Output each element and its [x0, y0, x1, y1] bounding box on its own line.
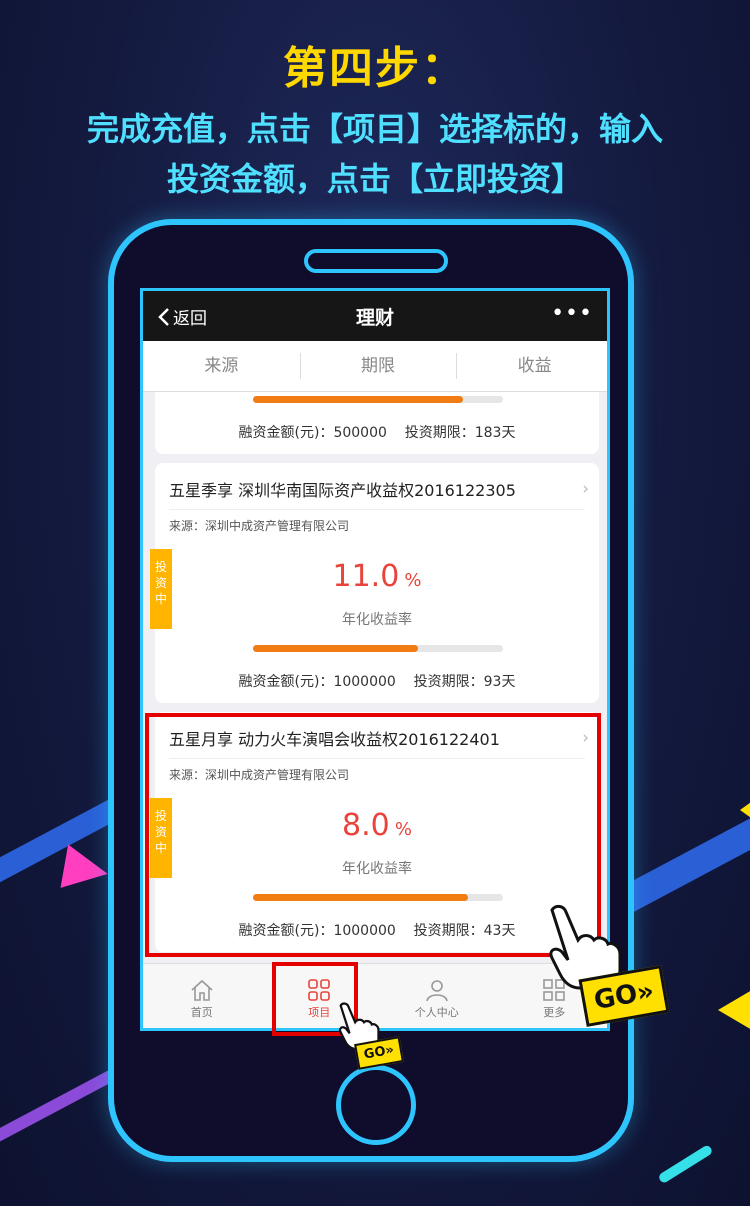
invest-term: 投资期限：183天	[404, 425, 516, 441]
decor-triangle	[718, 990, 750, 1030]
step-description-line1: 完成充值，点击【项目】选择标的，输入	[86, 110, 663, 148]
more-menu-button[interactable]: •••	[551, 301, 593, 326]
step-description-line2: 投资金额，点击【立即投资】	[166, 160, 583, 198]
progress-bar	[253, 396, 503, 403]
divider	[169, 509, 585, 510]
decor-stripe	[657, 1143, 714, 1185]
invest-term: 投资期限：93天	[413, 674, 516, 690]
rate-value: 11.0	[332, 559, 400, 594]
page-title: 理财	[355, 307, 394, 329]
product-card[interactable]: 五星季享 深圳华南国际资产收益权2016122305 › 来源：深圳中成资产管理…	[150, 463, 599, 703]
annual-rate: 11.0 %	[155, 559, 599, 594]
chevron-right-icon: ›	[582, 479, 589, 499]
user-icon	[425, 980, 448, 1002]
card-meta: 融资金额(元)：500000 投资期限：183天	[155, 422, 599, 442]
highlight-box-card	[145, 713, 601, 957]
tab-home[interactable]: 首页	[143, 964, 261, 1028]
progress-fill	[253, 396, 463, 403]
tab-label: 个人中心	[414, 1006, 459, 1019]
product-title: 五星季享 深圳华南国际资产收益权2016122305	[169, 481, 516, 500]
tab-label: 更多	[543, 1006, 566, 1019]
phone-home-button[interactable]	[336, 1065, 416, 1145]
funding-amount: 融资金额(元)：500000	[238, 425, 387, 441]
progress-bar	[253, 645, 503, 652]
card-meta: 融资金额(元)：1000000 投资期限：93天	[155, 671, 599, 691]
step-description: 完成充值，点击【项目】选择标的，输入 投资金额，点击【立即投资】	[0, 104, 750, 204]
filter-yield[interactable]: 收益	[456, 341, 607, 391]
step-title: 第四步：	[283, 43, 467, 94]
tab-label: 首页	[190, 1006, 213, 1019]
product-source: 来源：深圳中成资产管理有限公司	[169, 519, 350, 533]
progress-fill	[253, 645, 418, 652]
home-icon	[191, 979, 213, 1001]
rate-unit: %	[404, 570, 422, 591]
phone-speaker	[304, 249, 448, 273]
filter-source[interactable]: 来源	[143, 341, 300, 391]
nav-bar: 返回 理财 •••	[143, 291, 607, 341]
decor-triangle	[740, 800, 750, 820]
rate-label: 年化收益率	[342, 612, 412, 628]
funding-amount: 融资金额(元)：1000000	[238, 674, 396, 690]
filter-term[interactable]: 期限	[299, 341, 457, 391]
tab-profile[interactable]: 个人中心	[378, 964, 496, 1028]
decor-triangle	[60, 844, 112, 896]
product-card-partial[interactable]: 融资金额(元)：500000 投资期限：183天	[155, 392, 599, 454]
filter-bar: 来源 期限 收益	[143, 341, 607, 392]
